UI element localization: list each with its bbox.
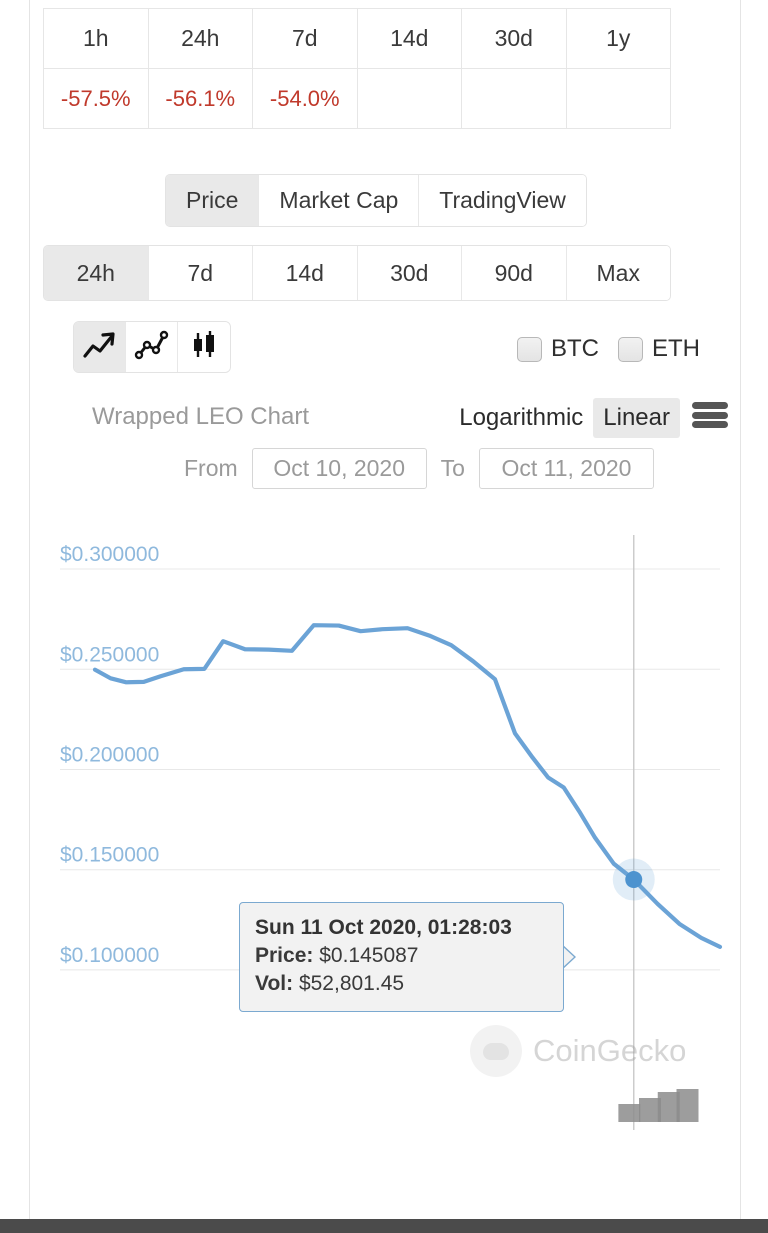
date-range-row: From Oct 10, 2020 To Oct 11, 2020: [184, 448, 654, 489]
compare-currency-group: BTC ETH: [517, 335, 700, 363]
chart-type-button-group: [73, 321, 231, 373]
tooltip-price-row: Price: $0.145087: [255, 942, 549, 970]
table-header-row: 1h 24h 7d 14d 30d 1y: [43, 8, 671, 69]
watermark-text: CoinGecko: [533, 1033, 687, 1068]
value-24h: -56.1%: [147, 68, 253, 129]
value-30d: [461, 68, 567, 129]
tab-price[interactable]: Price: [166, 175, 260, 226]
scatter-line-icon-button[interactable]: [126, 322, 178, 372]
value-1y: [565, 68, 671, 129]
hamburger-bar-1: [692, 402, 728, 409]
tab-market-cap[interactable]: Market Cap: [259, 175, 420, 226]
scale-toggle-group: Logarithmic Linear: [449, 398, 680, 438]
coingecko-logo-icon: [470, 1025, 522, 1077]
scatter-line-icon: [134, 330, 170, 365]
time-range-tabs: 24h 7d 14d 30d 90d Max: [43, 245, 671, 301]
tooltip-price-label: Price:: [255, 943, 314, 967]
header-1h: 1h: [43, 8, 149, 69]
y-axis-tick-label: $0.300000: [60, 543, 159, 566]
tooltip-date: Sun 11 Oct 2020, 01:28:03: [255, 916, 512, 939]
tooltip-vol-row: Vol: $52,801.45: [255, 970, 549, 998]
btc-checkbox[interactable]: [517, 336, 542, 362]
tab-tradingview[interactable]: TradingView: [419, 175, 586, 226]
value-1h: -57.5%: [43, 68, 149, 129]
eth-checkbox[interactable]: [618, 336, 643, 362]
eth-label: ETH: [652, 335, 700, 362]
value-7d: -54.0%: [252, 68, 358, 129]
volume-bar: [676, 1089, 699, 1122]
volume-bar: [657, 1092, 680, 1122]
chart-view-tabs: Price Market Cap TradingView: [165, 174, 587, 227]
range-24h[interactable]: 24h: [44, 246, 149, 300]
range-7d[interactable]: 7d: [148, 246, 253, 300]
compare-eth[interactable]: ETH: [618, 335, 700, 363]
tooltip-vol-label: Vol:: [255, 971, 294, 995]
page-right-rule: [740, 0, 741, 1233]
trend-arrow-icon: [82, 330, 118, 365]
btc-label: BTC: [551, 335, 599, 362]
to-date-input[interactable]: Oct 11, 2020: [478, 448, 654, 489]
coingecko-watermark: CoinGecko: [470, 1025, 686, 1077]
trend-arrow-icon-button[interactable]: [74, 322, 126, 372]
from-date-input[interactable]: Oct 10, 2020: [251, 448, 427, 489]
compare-btc[interactable]: BTC: [517, 335, 599, 363]
header-24h: 24h: [147, 8, 253, 69]
chart-title: Wrapped LEO Chart: [92, 403, 309, 430]
y-axis-tick-label: $0.150000: [60, 844, 159, 867]
price-change-table: 1h 24h 7d 14d 30d 1y -57.5% -56.1% -54.0…: [43, 8, 671, 129]
to-label: To: [440, 455, 465, 481]
scale-linear[interactable]: Linear: [593, 398, 680, 438]
range-max[interactable]: Max: [566, 246, 670, 300]
hamburger-bar-3: [692, 421, 728, 428]
header-14d: 14d: [356, 8, 462, 69]
bottom-bar: [0, 1219, 768, 1233]
chart-tooltip: Sun 11 Oct 2020, 01:28:03 Price: $0.1450…: [239, 902, 564, 1012]
volume-bar: [618, 1104, 641, 1122]
coingecko-price-chart-page: 1h 24h 7d 14d 30d 1y -57.5% -56.1% -54.0…: [0, 0, 768, 1233]
y-axis-tick-label: $0.100000: [60, 944, 159, 967]
header-30d: 30d: [461, 8, 567, 69]
tooltip-price-value: $0.145087: [319, 943, 419, 967]
candlestick-icon: [188, 330, 220, 365]
candlestick-icon-button[interactable]: [178, 322, 230, 372]
tooltip-vol-value: $52,801.45: [298, 971, 405, 995]
table-row: -57.5% -56.1% -54.0%: [43, 68, 671, 129]
from-label: From: [184, 455, 238, 481]
volume-bar: [639, 1098, 661, 1122]
scale-logarithmic[interactable]: Logarithmic: [449, 398, 593, 438]
range-90d[interactable]: 90d: [462, 246, 567, 300]
header-1y: 1y: [565, 8, 671, 69]
highlight-point-marker[interactable]: [625, 871, 643, 889]
value-14d: [356, 68, 462, 129]
range-30d[interactable]: 30d: [357, 246, 462, 300]
range-14d[interactable]: 14d: [253, 246, 358, 300]
y-axis-tick-label: $0.250000: [60, 643, 159, 666]
hamburger-bar-2: [692, 411, 728, 419]
hamburger-menu-icon[interactable]: [692, 399, 728, 431]
y-axis-tick-label: $0.200000: [60, 743, 159, 766]
header-7d: 7d: [252, 8, 358, 69]
